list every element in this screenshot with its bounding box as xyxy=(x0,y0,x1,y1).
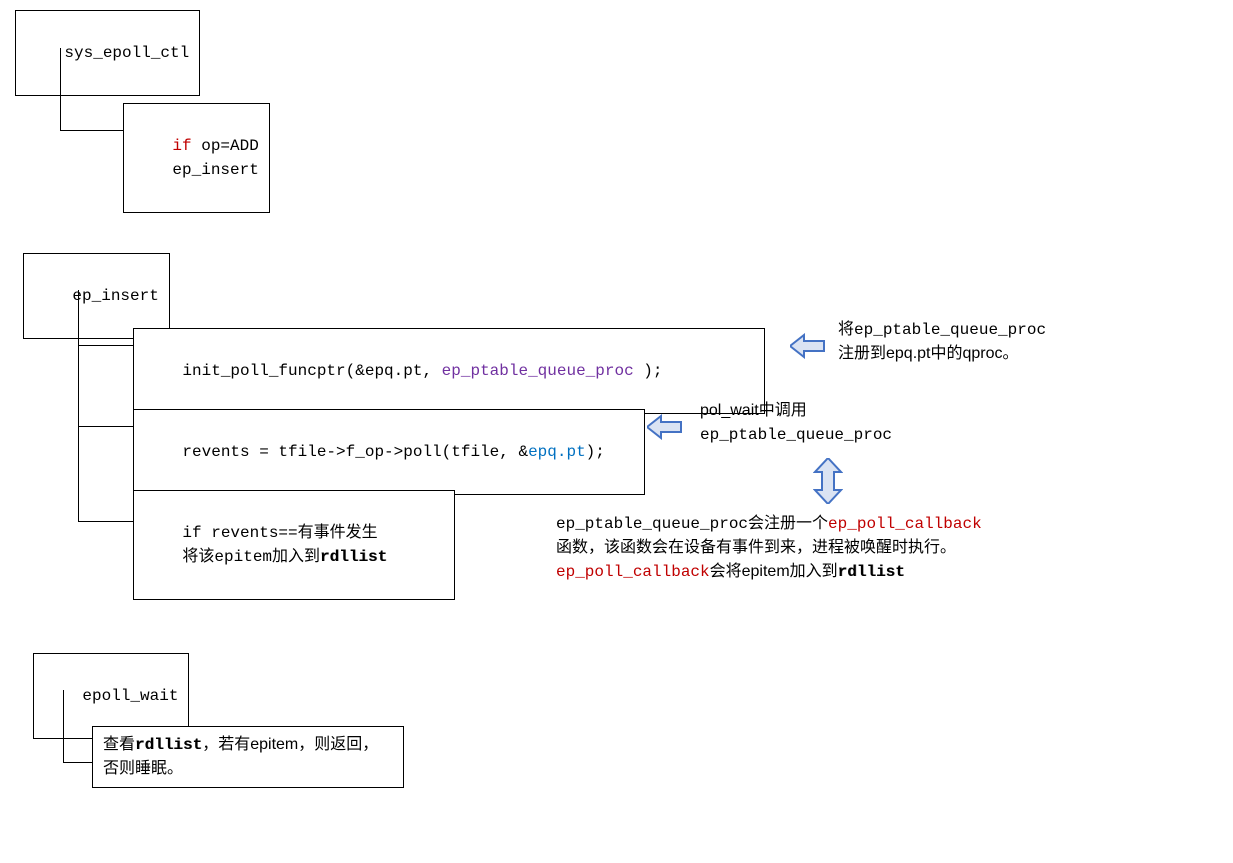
connector xyxy=(78,521,133,522)
text-ifrev-l1: if revents==有事件发生 xyxy=(182,524,377,542)
text-epoll-wait: epoll_wait xyxy=(82,687,178,705)
connector xyxy=(78,290,79,521)
text-ipf-purple: ep_ptable_queue_proc xyxy=(442,362,634,380)
annotation-3: ep_ptable_queue_proc会注册一个ep_poll_callbac… xyxy=(556,512,1196,584)
anno1-l1pre: 将 xyxy=(838,321,854,338)
arrow-up-down-icon xyxy=(813,458,843,504)
text-ep-insert: ep_insert xyxy=(72,287,158,305)
anno3-l3mid: 会将epitem加入到 xyxy=(710,563,838,580)
box-check-rdllist: 查看rdllist，若有epitem，则返回，否则睡眠。 xyxy=(92,726,404,788)
text-ipf-post: ); xyxy=(634,362,663,380)
anno3-l1pre: ep_ptable_queue_proc会注册一个 xyxy=(556,515,828,533)
text-rev-blue: epq.pt xyxy=(528,443,586,461)
connector xyxy=(63,690,64,762)
connector xyxy=(60,130,123,131)
box-if-op-add: if op=ADD ep_insert xyxy=(123,103,270,213)
box-init-poll-funcptr: init_poll_funcptr(&epq.pt, ep_ptable_que… xyxy=(133,328,765,414)
anno1-l1mono: ep_ptable_queue_proc xyxy=(854,321,1046,339)
anno3-l1red: ep_poll_callback xyxy=(828,515,982,533)
box-revents-poll: revents = tfile->f_op->poll(tfile, &epq.… xyxy=(133,409,645,495)
diagram-canvas: sys_epoll_ctl if op=ADD ep_insert ep_ins… xyxy=(0,0,1233,863)
anno3-l3bold: rdllist xyxy=(838,563,905,581)
box-if-revents: if revents==有事件发生 将该epitem加入到rdllist xyxy=(133,490,455,600)
keyword-if: if xyxy=(172,137,191,155)
annotation-1: 将ep_ptable_queue_proc 注册到epq.pt中的qproc。 xyxy=(838,318,1198,366)
text-rev-post: ); xyxy=(586,443,605,461)
connector xyxy=(63,762,92,763)
arrow-left-icon xyxy=(647,414,683,440)
anno2-l2: ep_ptable_queue_proc xyxy=(700,426,892,444)
text-chk-bold: rdllist xyxy=(135,736,202,754)
connector xyxy=(60,48,61,130)
annotation-2: pol_wait中调用 ep_ptable_queue_proc xyxy=(700,399,1000,447)
text-chk-pre: 查看 xyxy=(103,736,135,753)
anno3-l2: 函数，该函数会在设备有事件到来，进程被唤醒时执行。 xyxy=(556,539,956,556)
connector xyxy=(78,426,133,427)
text-ifrev-bold: rdllist xyxy=(320,548,387,566)
anno3-l3red: ep_poll_callback xyxy=(556,563,710,581)
text-ipf-pre: init_poll_funcptr(&epq.pt, xyxy=(182,362,441,380)
text-ifrev-l2pre: 将该epitem加入到 xyxy=(144,548,320,566)
anno1-l2: 注册到epq.pt中的qproc。 xyxy=(838,345,1019,362)
text-rev-pre: revents = tfile->f_op->poll(tfile, & xyxy=(182,443,528,461)
text-sys-epoll-ctl: sys_epoll_ctl xyxy=(64,44,189,62)
connector xyxy=(78,345,133,346)
arrow-left-icon xyxy=(790,333,826,359)
text-ep-insert-call: ep_insert xyxy=(134,161,259,179)
box-sys-epoll-ctl: sys_epoll_ctl xyxy=(15,10,200,96)
anno2-l1: pol_wait中调用 xyxy=(700,402,807,419)
text-op-add: op=ADD xyxy=(192,137,259,155)
box-ep-insert: ep_insert xyxy=(23,253,170,339)
